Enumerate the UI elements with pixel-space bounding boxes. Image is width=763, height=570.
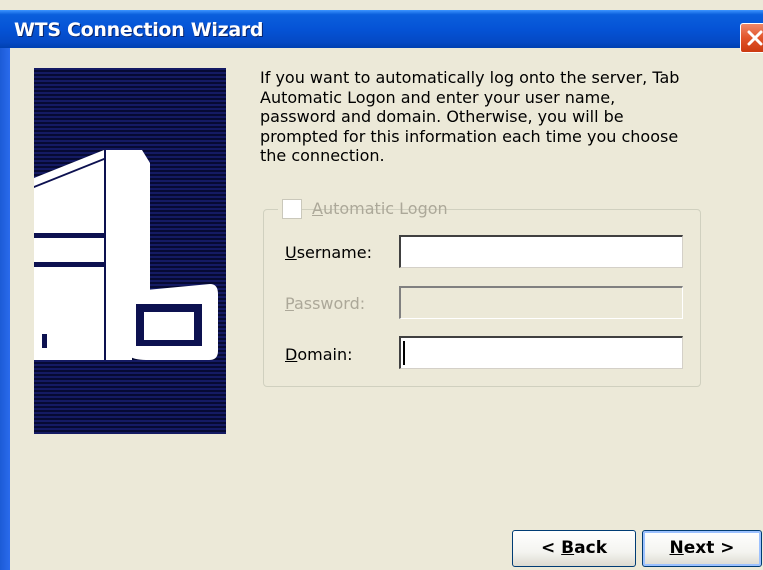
- instructions-text: If you want to automatically log onto th…: [260, 68, 680, 165]
- wizard-window: WTS Connection Wizard If you want to aut…: [0, 0, 763, 570]
- username-label: Username:: [285, 243, 372, 262]
- automatic-logon-checkbox[interactable]: [282, 199, 302, 219]
- password-input[interactable]: [399, 286, 683, 319]
- server-computer-illustration: [34, 150, 218, 360]
- automatic-logon-label[interactable]: Automatic Logon: [312, 199, 448, 218]
- close-button[interactable]: [740, 23, 763, 53]
- wizard-illustration: [34, 68, 226, 434]
- automatic-logon-legend: Automatic Logon: [278, 199, 448, 221]
- back-button[interactable]: < Back: [512, 530, 636, 567]
- window-left-border: [0, 48, 10, 570]
- domain-label: Domain:: [285, 345, 353, 364]
- next-button[interactable]: Next >: [642, 530, 762, 567]
- password-label: Password:: [285, 294, 366, 313]
- username-input[interactable]: [399, 235, 683, 268]
- domain-input[interactable]: [399, 336, 683, 369]
- text-cursor: [403, 341, 405, 365]
- close-icon: [747, 30, 763, 46]
- title-bar[interactable]: WTS Connection Wizard: [0, 10, 763, 53]
- window-title: WTS Connection Wizard: [14, 19, 264, 41]
